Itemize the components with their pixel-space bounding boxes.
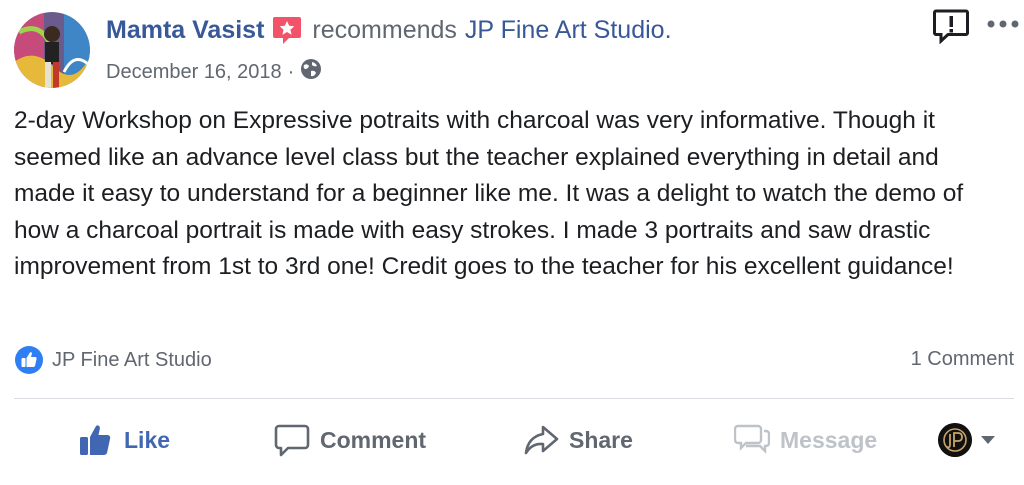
post-as-selector[interactable] — [938, 410, 1006, 470]
author-avatar[interactable] — [14, 12, 90, 88]
more-icon[interactable] — [984, 12, 1022, 36]
liked-by-text[interactable]: JP Fine Art Studio — [52, 349, 212, 372]
meta-separator: · — [287, 60, 295, 83]
like-reaction-icon — [14, 345, 44, 375]
like-label: Like — [124, 426, 171, 453]
share-button[interactable]: Share — [523, 410, 633, 470]
share-label: Share — [569, 426, 633, 453]
report-icon[interactable] — [932, 8, 970, 45]
page-avatar — [938, 423, 972, 457]
post-header: Mamta Vasist recommends JP Fine Art Stud… — [106, 15, 672, 45]
recommends-text: recommends — [312, 15, 457, 44]
page-link[interactable]: JP Fine Art Studio. — [465, 16, 672, 45]
post-meta: December 16, 2018 · — [106, 58, 322, 86]
divider — [14, 398, 1014, 399]
globe-icon[interactable] — [300, 58, 322, 86]
thumbs-up-icon — [80, 425, 111, 455]
message-label: Message — [780, 426, 878, 453]
comment-button[interactable]: Comment — [274, 410, 426, 470]
recommend-star-icon — [272, 15, 302, 45]
message-button[interactable]: Message — [734, 410, 877, 470]
comment-label: Comment — [320, 426, 427, 453]
post-date[interactable]: December 16, 2018 — [106, 61, 282, 84]
author-name[interactable]: Mamta Vasist — [106, 16, 264, 45]
comment-icon — [274, 424, 310, 457]
caret-down-icon — [981, 436, 995, 444]
like-button[interactable]: Like — [78, 410, 170, 470]
action-bar: Like Comment Share Message — [0, 410, 1024, 470]
share-icon — [524, 425, 559, 455]
comment-count[interactable]: 1 Comment — [911, 348, 1014, 371]
reactions-summary[interactable]: JP Fine Art Studio — [14, 345, 212, 375]
post-body: 2-day Workshop on Expressive potraits wi… — [14, 107, 964, 280]
messenger-icon — [734, 424, 770, 454]
